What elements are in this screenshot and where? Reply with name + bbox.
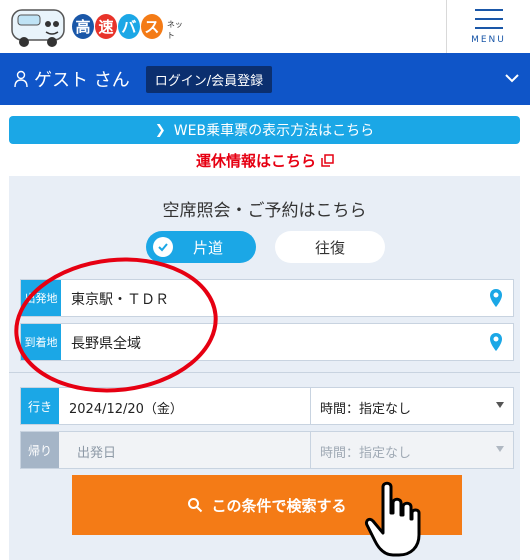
return-time-value: 時間：指定なし [320,446,412,461]
web-ticket-link[interactable]: ❯ WEB乗車票の表示方法はこちら [9,116,520,144]
departure-field[interactable]: 出発地 東京駅・ＴＤＲ [20,279,514,317]
logo-wordmark: 高 速 バ ス ネット [72,8,188,44]
outbound-tag: 行き [21,388,59,424]
outbound-time-value: 時間：指定なし [320,402,412,417]
arrival-value: 長野県全域 [71,336,141,352]
guest-bar[interactable]: ゲスト さん ログイン/会員登録 [0,53,530,105]
location-pin-icon[interactable] [489,332,503,352]
return-date-row: 帰り 出発日 時間：指定なし [20,431,514,469]
logo-suffix: ネット [166,20,183,40]
return-date-placeholder: 出発日 [77,446,117,461]
arrival-field[interactable]: 到着地 長野県全域 [20,323,514,361]
logo-char-4: ス [140,13,163,39]
one-way-toggle[interactable]: 片道 [146,231,256,263]
departure-value: 東京駅・ＴＤＲ [71,292,169,308]
login-register-button[interactable]: ログイン/会員登録 [145,65,273,93]
location-pin-icon[interactable] [489,288,503,308]
search-icon [188,498,203,513]
chevron-down-icon[interactable] [504,70,520,86]
search-panel: 空席照会・ご予約はこちら 片道 往復 出発地 東京駅・ＴＤＲ 到着地 長野県全域 [9,176,520,560]
site-header: 高 速 バ ス ネット MENU [0,0,530,53]
logo-char-3: バ [117,13,140,39]
outbound-time-select[interactable]: 時間：指定なし [310,388,513,424]
search-button[interactable]: この条件で検索する [72,475,462,535]
one-way-label: 片道 [193,238,224,257]
logo-char-1: 高 [72,13,94,39]
outbound-date[interactable]: 2024/12/20（金） [69,398,183,417]
user-icon [14,70,28,88]
return-tag: 帰り [21,432,59,468]
external-link-icon [321,154,334,167]
web-ticket-label: WEB乗車票の表示方法はこちら [173,123,375,139]
departure-tag: 出発地 [21,280,61,316]
guest-name: ゲスト さん [34,70,130,91]
page: 高 速 バ ス ネット MENU ゲスト さん ログイン/会員登録 ❯ WEB乗 [0,0,530,560]
outbound-date-row[interactable]: 行き 2024/12/20（金） 時間：指定なし [20,387,514,425]
menu-label: MENU [471,34,506,45]
search-title: 空席照会・ご予約はこちら [162,201,367,221]
check-icon [153,237,173,257]
round-trip-toggle[interactable]: 往復 [275,231,385,263]
hamburger-icon [474,8,503,29]
suspension-info-link[interactable]: 運休情報はこちら [0,150,530,171]
suspension-label: 運休情報はこちら [195,152,316,170]
logo-char-2: 速 [94,13,117,39]
bus-mascot-icon [11,9,65,47]
section-divider [9,372,520,373]
menu-button[interactable]: MENU [446,0,530,53]
return-time-select: 時間：指定なし [310,432,513,468]
chevron-right-icon: ❯ [154,122,166,138]
round-trip-label: 往復 [314,238,345,257]
arrival-tag: 到着地 [21,324,61,360]
dropdown-arrow-icon [496,402,504,408]
site-logo[interactable]: 高 速 バ ス ネット [8,4,188,48]
search-button-label: この条件で検索する [211,496,347,515]
dropdown-arrow-icon [496,446,504,452]
